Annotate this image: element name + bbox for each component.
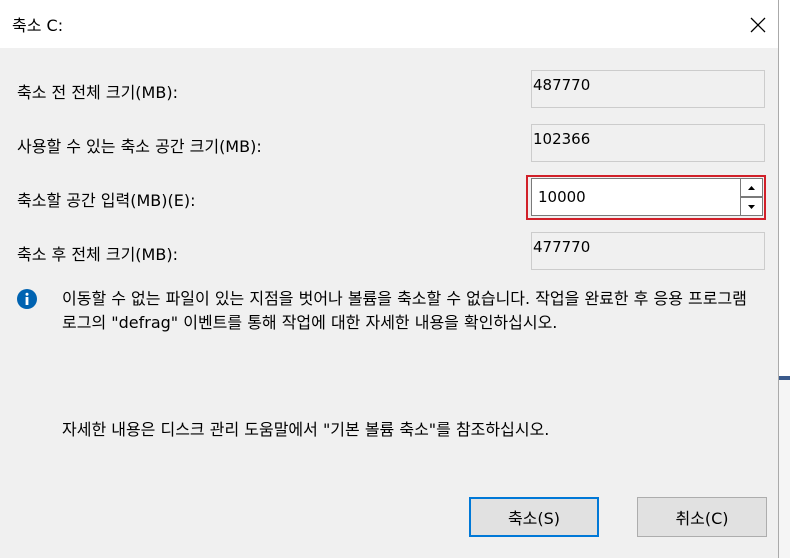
shrink-dialog: 축소 C: 축소 전 전체 크기(MB): 487770 사용할 수 있는 축소… [0,0,779,558]
chevron-down-icon [748,204,755,209]
title-bar: 축소 C: [0,0,778,48]
info-icon [17,289,37,309]
help-reference-text: 자세한 내용은 디스크 관리 도움말에서 "기본 볼륨 축소"를 참조하십시오. [62,420,550,439]
close-button[interactable] [740,8,776,42]
total-size-before-label: 축소 전 전체 크기(MB): [17,83,178,102]
total-size-before-value: 487770 [531,70,765,108]
chevron-up-icon [748,185,755,190]
spin-up-button[interactable] [740,178,763,197]
background-window-edge [779,380,790,558]
available-shrink-space-value: 102366 [531,124,765,162]
shrink-amount-input[interactable] [531,178,740,216]
close-icon [750,17,766,33]
total-size-after-value: 477770 [531,232,765,270]
background-window-edge [779,0,790,376]
cancel-button[interactable]: 취소(C) [637,497,767,537]
available-shrink-space-label: 사용할 수 있는 축소 공간 크기(MB): [17,137,262,156]
info-message: 이동할 수 없는 파일이 있는 지점을 벗어나 볼륨을 축소할 수 없습니다. … [62,289,747,332]
total-size-after-label: 축소 후 전체 크기(MB): [17,245,178,264]
window-title: 축소 C: [12,16,64,35]
shrink-amount-label: 축소할 공간 입력(MB)(E): [17,191,196,210]
shrink-button[interactable]: 축소(S) [469,497,599,537]
spin-down-button[interactable] [740,197,763,216]
